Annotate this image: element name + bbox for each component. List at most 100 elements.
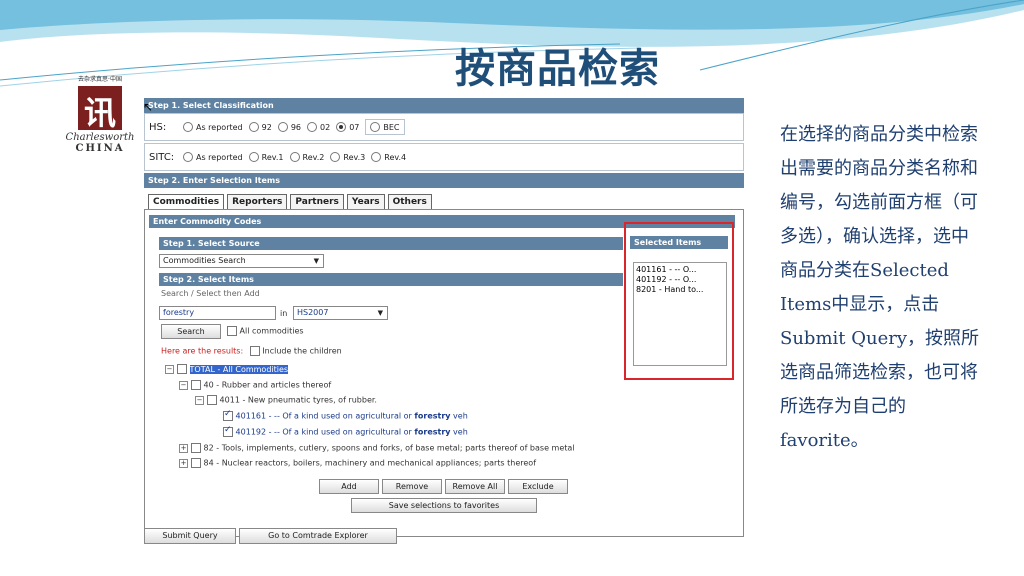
all-commodities-label: All commodities [239,326,304,336]
step2-bar: Step 2. Enter Selection Items [144,173,744,188]
checkbox[interactable] [207,395,217,405]
tab-commodities[interactable]: Commodities [148,194,225,209]
search-button[interactable]: Search [161,324,221,339]
search-match: forestry [414,411,451,421]
remove-all-button[interactable]: Remove All [445,479,505,494]
tree-node-label: 4011 - New pneumatic tyres, of rubber. [219,395,377,405]
radio-label: Rev.4 [384,152,407,162]
radio-circle [183,122,193,132]
checkbox[interactable] [191,443,201,453]
submit-query-button[interactable]: Submit Query [144,528,236,544]
radio-label: Rev.2 [302,152,325,162]
hs-radio-as-reported[interactable]: As reported [183,122,243,132]
checkbox[interactable] [191,380,201,390]
radio-circle [183,152,193,162]
radio-label: 07 [349,122,360,132]
checkbox-checked[interactable] [223,409,233,421]
remove-button[interactable]: Remove [382,479,442,494]
logo-glyph: 讯 [83,94,116,132]
tree-node-tail: veh [453,411,468,421]
checkbox[interactable] [177,364,187,374]
search-input-value: forestry [163,308,195,317]
radio-circle [370,122,381,132]
tree-node-82[interactable]: + 82 - Tools, implements, cutlery, spoon… [179,443,575,453]
tree-node-40[interactable]: − 40 - Rubber and articles thereof [179,380,331,390]
tab-partners[interactable]: Partners [290,194,344,209]
radio-label: 96 [290,122,301,132]
search-input[interactable]: forestry [159,306,276,320]
radio-circle [289,152,300,162]
source-select[interactable]: Commodities Search ▼ [159,254,324,268]
hs-row: HS: As reported 92 96 02 07 BEC [144,113,744,141]
items-bar: Step 2. Select Items [159,273,623,286]
exclude-button[interactable]: Exclude [508,479,568,494]
checkbox[interactable] [191,458,201,468]
radio-circle [371,152,382,162]
logo-mark: 讯 [78,86,122,132]
sitc-radio-as-reported[interactable]: As reported [183,152,243,162]
sitc-radio-rev1[interactable]: Rev.1 [248,152,284,162]
hs-radio-07[interactable]: 07 [336,122,359,132]
radio-circle [277,122,288,132]
collapse-icon[interactable]: − [165,364,174,374]
checkbox-checked[interactable] [223,425,233,437]
classification-value: HS2007 [297,308,329,317]
results-label: Here are the results: [161,346,244,356]
hs-label: HS: [149,121,167,133]
chevron-down-icon: ▼ [377,309,383,317]
source-select-value: Commodities Search [163,256,246,265]
expand-icon[interactable]: + [179,458,188,468]
hs-radio-02[interactable]: 02 [307,122,330,132]
tab-years[interactable]: Years [346,194,385,209]
hs-radio-92[interactable]: 92 [248,122,272,132]
tree-node-label: 401161 - -- Of a kind used on agricultur… [235,411,412,421]
radio-label: Rev.1 [261,152,284,162]
radio-circle [330,152,341,162]
tree-node-label: 40 - Rubber and articles thereof [203,380,332,390]
step1-bar: Step 1. Select Classification [144,98,744,113]
sitc-radio-rev4[interactable]: Rev.4 [371,152,406,162]
checkbox[interactable] [227,326,237,336]
tree-node-label: 84 - Nuclear reactors, boilers, machiner… [203,458,537,468]
bec-radio[interactable]: BEC [365,119,405,135]
radio-label: As reported [196,122,243,132]
tab-reporters[interactable]: Reporters [227,194,288,209]
classification-select[interactable]: HS2007 ▼ [293,306,388,320]
include-children-checkbox[interactable] [249,346,260,356]
selection-tabs: Commodities Reporters Partners Years Oth… [144,194,744,209]
in-label: in [280,309,288,318]
chevron-down-icon: ▼ [313,257,319,265]
source-bar: Step 1. Select Source [159,237,623,250]
logo-motto: 去杂求真思·中国 [78,76,122,83]
add-button[interactable]: Add [319,479,379,494]
tree-node-84[interactable]: + 84 - Nuclear reactors, boilers, machin… [179,458,536,468]
sitc-radio-rev2[interactable]: Rev.2 [289,152,325,162]
tree-node-tail: veh [453,427,468,437]
tree-node-label: 401192 - -- Of a kind used on agricultur… [235,427,412,437]
search-match: forestry [414,427,451,437]
expand-icon[interactable]: + [179,443,188,453]
collapse-icon[interactable]: − [179,380,188,390]
results-row: Here are the results: Include the childr… [161,346,342,356]
slide-description: 在选择的商品分类中检索出需要的商品分类名称和编号，勾选前面方框（可多选），确认选… [780,124,980,451]
radio-label: 92 [261,122,272,132]
include-children-label: Include the children [262,346,342,356]
tree-node-401192[interactable]: 401192 - -- Of a kind used on agricultur… [223,425,468,437]
tree-node-4011[interactable]: − 4011 - New pneumatic tyres, of rubber. [195,395,377,405]
tree-node-401161[interactable]: 401161 - -- Of a kind used on agricultur… [223,409,468,421]
tab-others[interactable]: Others [387,194,432,209]
save-favorites-button[interactable]: Save selections to favorites [351,498,537,513]
hs-radio-96[interactable]: 96 [277,122,301,132]
radio-label: As reported [196,152,243,162]
radio-label: Rev.3 [343,152,366,162]
sitc-row: SITC: As reported Rev.1 Rev.2 Rev.3 Rev.… [144,143,744,171]
sitc-radio-rev3[interactable]: Rev.3 [330,152,365,162]
collapse-icon[interactable]: − [195,395,204,405]
selected-items-highlight [624,222,734,380]
comtrade-explorer-button[interactable]: Go to Comtrade Explorer [239,528,397,544]
radio-label: 02 [320,122,331,132]
all-commodities-option[interactable]: All commodities [227,326,304,336]
tree-node-label: 82 - Tools, implements, cutlery, spoons … [203,443,575,453]
tree-node-total[interactable]: − TOTAL - All Commodities [165,364,289,374]
tree-node-label: TOTAL - All Commodities [189,364,289,374]
